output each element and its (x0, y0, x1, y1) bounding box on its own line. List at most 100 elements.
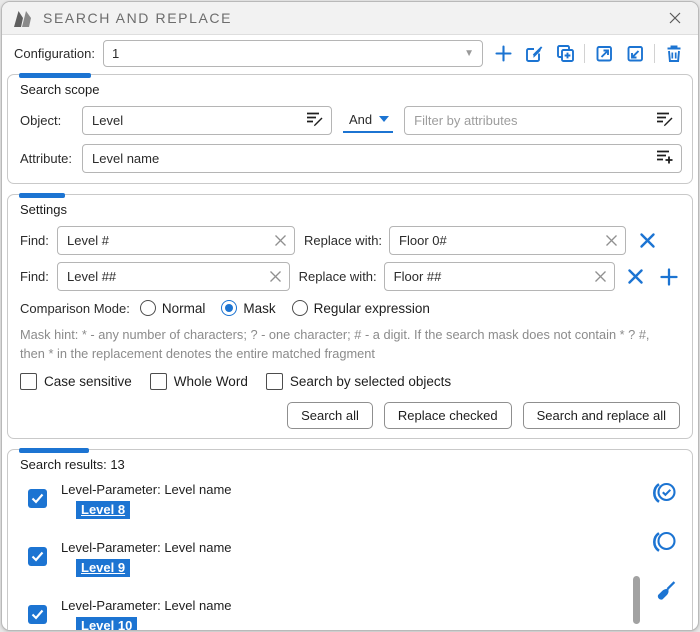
radio-mask[interactable]: Mask (221, 300, 275, 316)
edit-list-icon[interactable] (305, 110, 324, 132)
replace-value: Floor ## (394, 269, 589, 284)
title-bar: SEARCH AND REPLACE (2, 2, 698, 35)
chevron-down-icon: ▼ (464, 48, 474, 59)
radio-icon (292, 300, 308, 316)
find-label: Find: (20, 269, 57, 284)
result-parameter: Level-Parameter: Level name (61, 540, 232, 555)
configuration-select[interactable]: 1 ▼ (103, 40, 483, 67)
window-title: SEARCH AND REPLACE (43, 10, 232, 26)
add-to-list-icon[interactable] (655, 148, 674, 170)
find-value: Level # (67, 233, 268, 248)
find-label: Find: (20, 233, 57, 248)
search-and-replace-all-button[interactable]: Search and replace all (523, 402, 680, 429)
settings-title: Settings (20, 202, 682, 217)
find-value: Level ## (67, 269, 263, 284)
comparison-mode-label: Comparison Mode: (20, 301, 130, 316)
radio-icon (140, 300, 156, 316)
result-checkbox-checked[interactable] (28, 547, 47, 566)
search-and-replace-window: SEARCH AND REPLACE Configuration: 1 ▼ (1, 1, 699, 631)
operator-value: And (349, 112, 372, 127)
checkbox-icon (266, 373, 283, 390)
replace-label: Replace with: (304, 233, 382, 248)
find-replace-row: Find: Level ## Replace with: Floor ## (20, 262, 682, 291)
uncheck-all-icon[interactable] (652, 529, 678, 555)
delete-configuration-button[interactable] (662, 42, 686, 66)
object-input[interactable]: Level (82, 106, 332, 135)
clear-text-icon[interactable] (274, 234, 287, 247)
checkbox-label: Search by selected objects (290, 374, 451, 389)
filter-placeholder: Filter by attributes (414, 113, 649, 128)
tab-indicator (19, 193, 65, 198)
object-label: Object: (20, 113, 82, 128)
search-all-button[interactable]: Search all (287, 402, 373, 429)
result-checkbox-checked[interactable] (28, 489, 47, 508)
result-value-highlight[interactable]: Level 9 (76, 559, 130, 577)
scrollbar-thumb[interactable] (633, 576, 640, 624)
attribute-value: Level name (92, 151, 649, 166)
configuration-row: Configuration: 1 ▼ (2, 35, 698, 71)
object-row: Object: Level And Filter by attributes (20, 106, 682, 135)
import-configuration-button[interactable] (623, 42, 647, 66)
result-parameter: Level-Parameter: Level name (61, 482, 232, 497)
radio-icon (221, 300, 237, 316)
clear-results-broom-icon[interactable] (652, 578, 678, 604)
result-item: Level-Parameter: Level name Level 9 (28, 540, 682, 577)
export-configuration-button[interactable] (592, 42, 616, 66)
chevron-down-icon (379, 116, 389, 122)
comparison-mode-row: Comparison Mode: Normal Mask Regular exp… (20, 300, 682, 316)
remove-row-button[interactable] (623, 265, 648, 289)
result-parameter: Level-Parameter: Level name (61, 598, 232, 613)
close-icon[interactable] (664, 7, 686, 29)
find-replace-row: Find: Level # Replace with: Floor 0# (20, 226, 682, 255)
tab-indicator (19, 73, 91, 78)
clear-text-icon[interactable] (269, 270, 282, 283)
result-checkbox-checked[interactable] (28, 605, 47, 624)
add-configuration-button[interactable] (491, 42, 515, 66)
checkbox-icon (20, 373, 37, 390)
attribute-row: Attribute: Level name (20, 144, 682, 173)
add-row-button[interactable] (657, 265, 682, 289)
radio-regular-expression[interactable]: Regular expression (292, 300, 430, 316)
replace-checked-button[interactable]: Replace checked (384, 402, 512, 429)
filter-by-attributes-input[interactable]: Filter by attributes (404, 106, 682, 135)
whole-word-checkbox[interactable]: Whole Word (150, 373, 248, 390)
search-scope-group: Search scope Object: Level And Filter by… (7, 74, 693, 184)
configuration-label: Configuration: (14, 46, 95, 61)
checkbox-label: Case sensitive (44, 374, 132, 389)
find-input[interactable]: Level ## (57, 262, 290, 291)
object-value: Level (92, 113, 299, 128)
toolbar-separator (654, 44, 655, 63)
options-row: Case sensitive Whole Word Search by sele… (20, 373, 682, 390)
radio-normal[interactable]: Normal (140, 300, 206, 316)
result-item: Level-Parameter: Level name Level 10 (28, 598, 682, 631)
radio-label: Regular expression (314, 301, 430, 316)
attribute-label: Attribute: (20, 151, 82, 166)
result-value-highlight[interactable]: Level 8 (76, 501, 130, 519)
app-logo-icon (14, 9, 34, 27)
search-scope-title: Search scope (20, 82, 682, 97)
replace-input[interactable]: Floor ## (384, 262, 616, 291)
results-toolbar (652, 480, 678, 604)
tab-indicator (19, 448, 89, 453)
attribute-input[interactable]: Level name (82, 144, 682, 173)
remove-row-button[interactable] (634, 229, 660, 253)
result-value-highlight[interactable]: Level 10 (76, 617, 137, 631)
replace-input[interactable]: Floor 0# (389, 226, 626, 255)
case-sensitive-checkbox[interactable]: Case sensitive (20, 373, 132, 390)
checkbox-icon (150, 373, 167, 390)
result-item: Level-Parameter: Level name Level 8 (28, 482, 682, 519)
check-all-icon[interactable] (652, 480, 678, 506)
rename-configuration-button[interactable] (522, 42, 546, 66)
search-by-selected-objects-checkbox[interactable]: Search by selected objects (266, 373, 451, 390)
clear-text-icon[interactable] (594, 270, 607, 283)
checkbox-label: Whole Word (174, 374, 248, 389)
configuration-toolbar (491, 42, 688, 66)
radio-label: Normal (162, 301, 206, 316)
find-input[interactable]: Level # (57, 226, 295, 255)
duplicate-configuration-button[interactable] (553, 42, 577, 66)
clear-text-icon[interactable] (605, 234, 618, 247)
mask-hint-text: Mask hint: * - any number of characters;… (20, 326, 675, 363)
action-buttons-row: Search all Replace checked Search and re… (20, 402, 682, 429)
edit-list-icon[interactable] (655, 110, 674, 132)
logic-operator-select[interactable]: And (343, 109, 393, 133)
